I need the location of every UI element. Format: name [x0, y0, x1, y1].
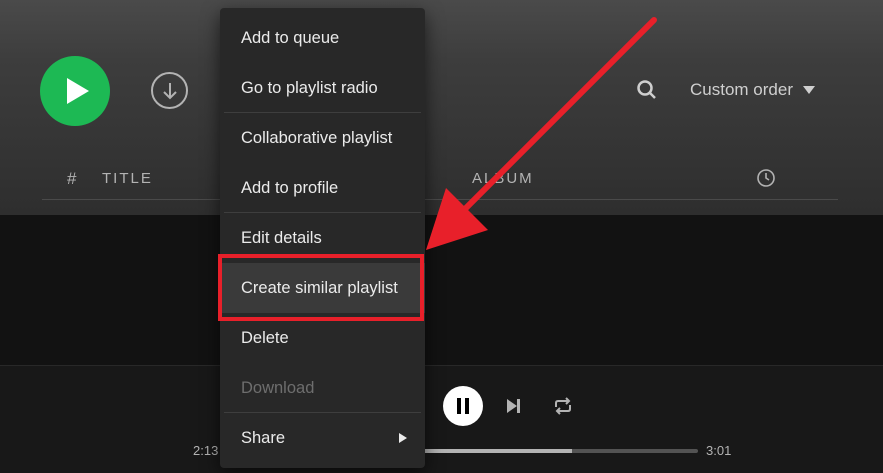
menu-item-label: Add to profile: [241, 178, 339, 197]
download-button[interactable]: [151, 72, 188, 109]
menu-item-go-to-playlist-radio[interactable]: Go to playlist radio: [220, 63, 425, 113]
skip-next-icon[interactable]: [504, 397, 522, 415]
caret-down-icon: [802, 86, 815, 94]
menu-item-label: Download: [241, 378, 315, 397]
play-icon: [66, 78, 89, 104]
annotation-highlight-box: [218, 254, 424, 321]
search-icon: [637, 80, 656, 99]
pause-icon: [457, 398, 469, 414]
menu-item-download: Download: [220, 363, 425, 413]
track-list-column-headers: # TITLE ALBUM: [42, 160, 838, 200]
download-icon: [162, 82, 177, 99]
menu-item-label: Share: [241, 428, 286, 447]
search-button[interactable]: [636, 79, 658, 101]
menu-item-add-to-queue[interactable]: Add to queue: [220, 13, 425, 63]
playlist-context-menu: Add to queue Go to playlist radio Collab…: [220, 8, 425, 468]
column-number: #: [67, 169, 77, 188]
sort-order-label: Custom order: [690, 80, 793, 99]
menu-item-label: Collaborative playlist: [241, 128, 393, 147]
track-list-area: [0, 215, 883, 365]
column-album[interactable]: ALBUM: [472, 170, 534, 187]
clock-icon: [757, 169, 775, 187]
sort-order-dropdown[interactable]: Custom order: [690, 78, 815, 102]
menu-item-label: Delete: [241, 328, 289, 347]
pause-button[interactable]: [443, 386, 483, 426]
menu-item-collaborative-playlist[interactable]: Collaborative playlist: [220, 113, 425, 163]
menu-item-label: Go to playlist radio: [241, 78, 378, 97]
repeat-icon[interactable]: [552, 396, 574, 416]
menu-item-label: Add to queue: [241, 28, 340, 47]
elapsed-time: 2:13: [193, 443, 219, 458]
play-button[interactable]: [40, 56, 110, 126]
total-duration: 3:01: [706, 443, 732, 458]
column-title[interactable]: TITLE: [102, 170, 153, 187]
menu-item-share[interactable]: Share: [220, 413, 425, 463]
menu-item-label: Edit details: [241, 228, 322, 247]
chevron-right-icon: [399, 433, 407, 443]
player-bar: [0, 365, 883, 473]
menu-item-add-to-profile[interactable]: Add to profile: [220, 163, 425, 213]
